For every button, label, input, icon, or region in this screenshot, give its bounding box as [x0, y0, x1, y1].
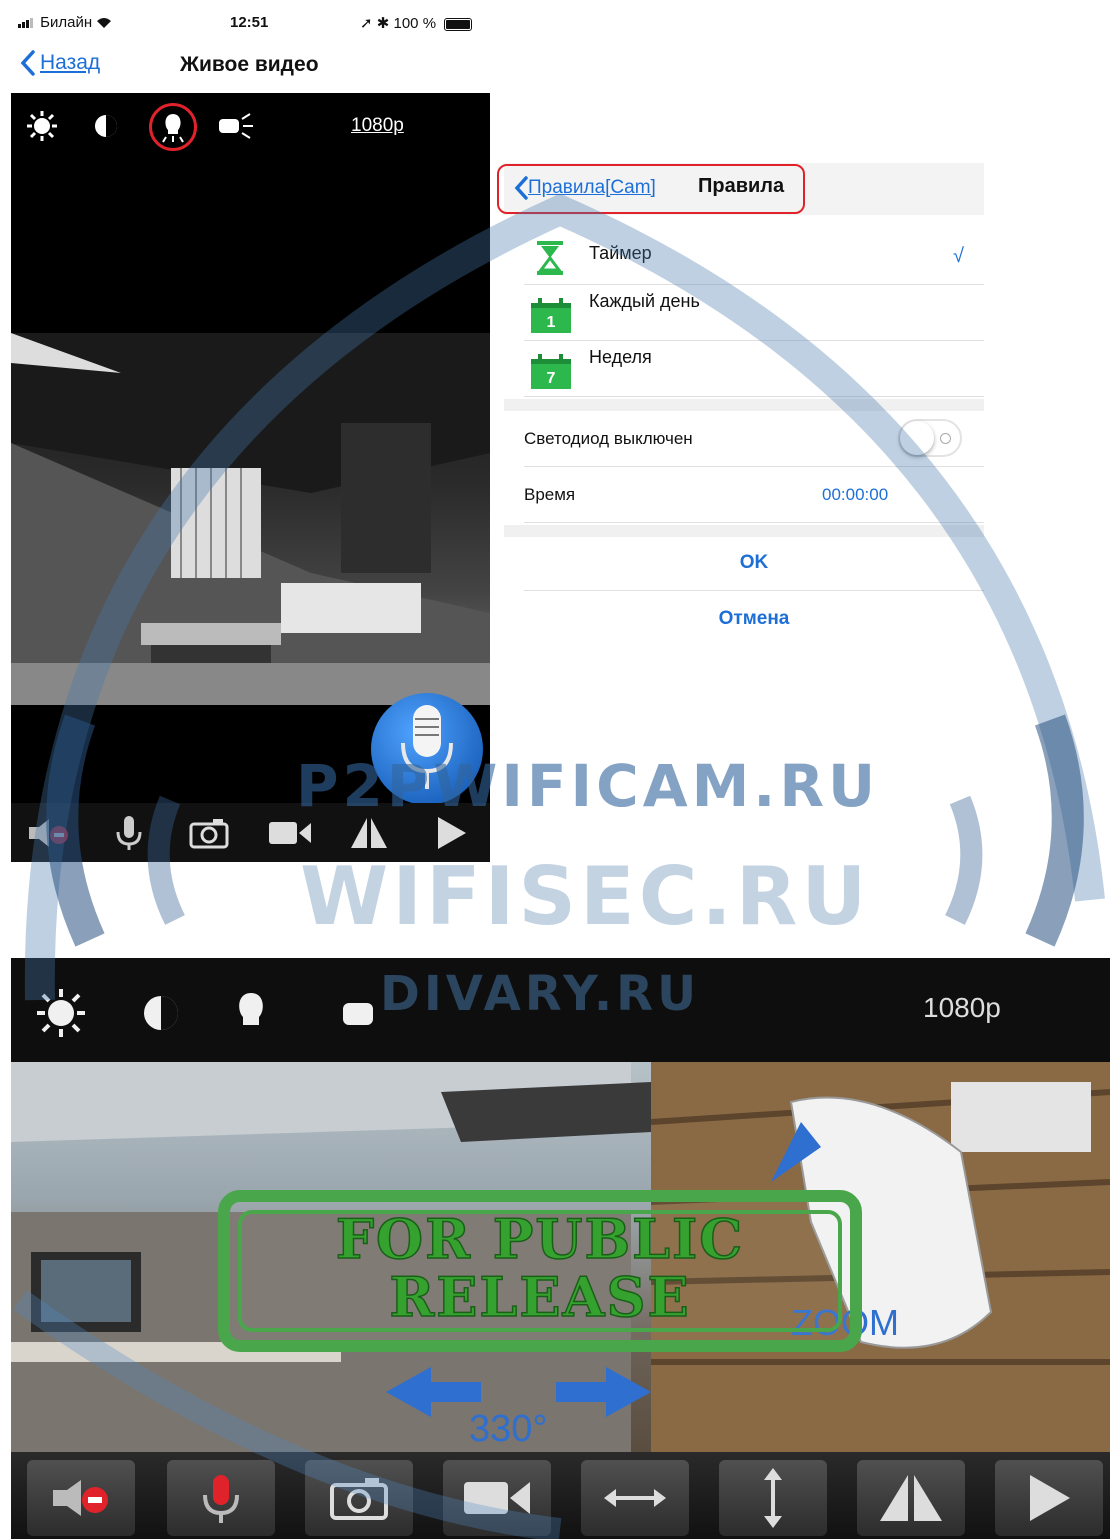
stamp-text: FOR PUBLIC RELEASE — [335, 1207, 745, 1329]
screenshot-root: Билайн 12:51 ➚ ✱ 100 % Назад Живое видео — [0, 0, 1110, 1539]
public-release-stamp: FOR PUBLIC RELEASE — [218, 1190, 862, 1352]
